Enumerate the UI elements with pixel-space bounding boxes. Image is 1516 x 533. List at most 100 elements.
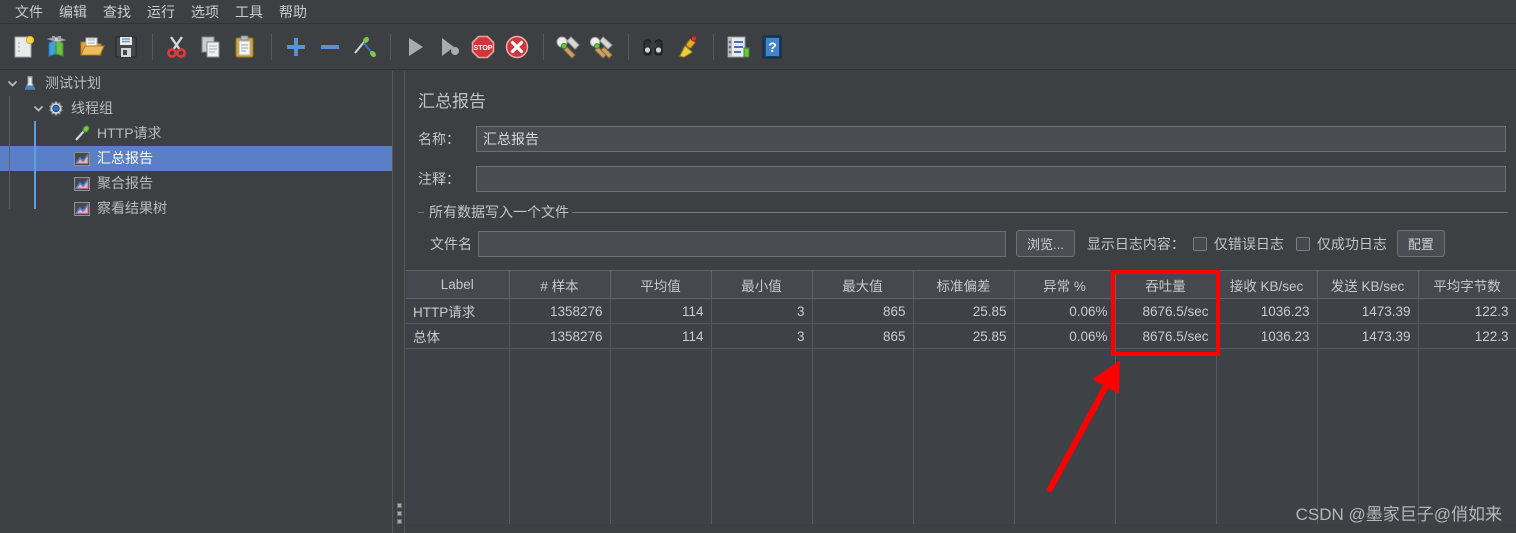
table-empty-cell bbox=[1115, 448, 1217, 474]
table-empty-cell bbox=[812, 348, 914, 374]
chevron-down-icon[interactable] bbox=[30, 96, 46, 121]
panel-splitter[interactable] bbox=[392, 71, 405, 533]
menu-edit[interactable]: 编辑 bbox=[51, 1, 95, 23]
table-column-header[interactable]: 接收 KB/sec bbox=[1216, 270, 1318, 299]
tree-node-label: 汇总报告 bbox=[97, 150, 153, 166]
start-no-pauses-icon[interactable] bbox=[433, 30, 465, 64]
function-helper-icon[interactable] bbox=[722, 30, 754, 64]
test-plan-icon bbox=[20, 74, 40, 94]
copy-icon[interactable] bbox=[195, 30, 227, 64]
stop-icon[interactable]: STOP bbox=[467, 30, 499, 64]
table-empty-cell bbox=[812, 448, 914, 474]
table-empty-cell bbox=[711, 423, 813, 449]
chevron-down-icon[interactable] bbox=[4, 71, 20, 96]
table-empty-cell bbox=[1317, 423, 1419, 449]
comment-input[interactable] bbox=[476, 166, 1506, 192]
tree-node-thread-group[interactable]: 线程组 bbox=[0, 96, 392, 121]
table-row[interactable]: HTTP请求 1358276 114 3 865 25.85 0.06% 8676.5/sec… bbox=[406, 298, 1516, 324]
menu-tools[interactable]: 工具 bbox=[227, 1, 271, 23]
table-column-header[interactable]: Label bbox=[406, 270, 510, 299]
table-empty-cell bbox=[1216, 373, 1318, 399]
menu-run[interactable]: 运行 bbox=[139, 1, 183, 23]
table-empty-cell bbox=[406, 423, 510, 449]
splitter-handle-dots[interactable] bbox=[397, 503, 402, 524]
configure-button[interactable]: 配置 bbox=[1396, 230, 1445, 257]
table-empty-cell bbox=[509, 473, 611, 499]
templates-icon[interactable] bbox=[42, 30, 74, 64]
menu-file[interactable]: 文件 bbox=[7, 1, 51, 23]
collapse-all-icon[interactable] bbox=[314, 30, 346, 64]
table-column-header[interactable]: 平均字节数 bbox=[1418, 270, 1516, 299]
table-empty-cell bbox=[1115, 373, 1217, 399]
table-empty-cell bbox=[1418, 373, 1516, 399]
menu-search[interactable]: 查找 bbox=[95, 1, 139, 23]
toolbar-separator bbox=[713, 34, 714, 60]
table-cell: HTTP请求 bbox=[406, 298, 510, 324]
table-cell: 1358276 bbox=[509, 323, 611, 349]
tree-node-test-plan[interactable]: 测试计划 bbox=[0, 71, 392, 96]
table-column-header[interactable]: 最小值 bbox=[711, 270, 813, 299]
splitter-dot bbox=[397, 511, 402, 516]
tree-guide-line bbox=[9, 96, 10, 209]
filename-input[interactable] bbox=[478, 230, 1006, 257]
start-icon[interactable] bbox=[399, 30, 431, 64]
page-title: 汇总报告 bbox=[418, 92, 486, 111]
table-empty-cell bbox=[1216, 498, 1318, 524]
table-empty-cell bbox=[1115, 498, 1217, 524]
table-column-header[interactable]: 异常 % bbox=[1014, 270, 1116, 299]
table-empty-cell bbox=[1014, 423, 1116, 449]
table-empty-cell bbox=[1317, 498, 1419, 524]
tree-node-summary-report[interactable]: 汇总报告 bbox=[0, 146, 392, 171]
success-only-checkbox[interactable] bbox=[1295, 236, 1310, 251]
table-empty-cell bbox=[1014, 398, 1116, 424]
reset-search-icon[interactable] bbox=[671, 30, 703, 64]
tree-node-label: HTTP请求 bbox=[97, 125, 162, 141]
open-folder-icon[interactable] bbox=[76, 30, 108, 64]
table-column-header[interactable]: # 样本 bbox=[509, 270, 611, 299]
search-binoculars-icon[interactable] bbox=[637, 30, 669, 64]
table-column-header[interactable]: 发送 KB/sec bbox=[1317, 270, 1419, 299]
table-empty-cell bbox=[610, 423, 712, 449]
table-empty-cell bbox=[1216, 423, 1318, 449]
test-plan-tree[interactable]: 测试计划 线程组 HTTP请求 汇总报告 聚合报告 察看结果树 bbox=[0, 71, 392, 533]
expand-all-icon[interactable] bbox=[280, 30, 312, 64]
table-column-header[interactable]: 平均值 bbox=[610, 270, 712, 299]
table-column-header[interactable]: 吞吐量 bbox=[1115, 270, 1217, 299]
menu-help[interactable]: 帮助 bbox=[271, 1, 315, 23]
new-test-plan-icon[interactable] bbox=[8, 30, 40, 64]
table-cell: 3 bbox=[711, 298, 813, 324]
shutdown-icon[interactable] bbox=[501, 30, 533, 64]
errors-only-checkbox[interactable] bbox=[1192, 236, 1207, 251]
table-empty-cell bbox=[711, 498, 813, 524]
clear-icon[interactable] bbox=[552, 30, 584, 64]
table-column-header[interactable]: 最大值 bbox=[812, 270, 914, 299]
tree-node-aggregate-report[interactable]: 聚合报告 bbox=[0, 171, 392, 196]
help-icon[interactable]: ? bbox=[756, 30, 788, 64]
toggle-icon[interactable] bbox=[348, 30, 380, 64]
tree-node-label: 聚合报告 bbox=[97, 175, 153, 191]
save-icon[interactable] bbox=[110, 30, 142, 64]
table-empty-cell bbox=[1418, 498, 1516, 524]
table-empty-cell bbox=[1216, 398, 1318, 424]
name-input[interactable] bbox=[476, 126, 1506, 152]
table-cell: 1358276 bbox=[509, 298, 611, 324]
menu-options[interactable]: 选项 bbox=[183, 1, 227, 23]
summary-report-table[interactable]: Label # 样本 平均值 最小值 最大值 标准偏差 异常 % 吞吐量 接收 KB/sec 发送… bbox=[406, 270, 1516, 524]
table-empty-cell bbox=[1216, 348, 1318, 374]
table-empty-cell bbox=[812, 398, 914, 424]
paste-icon[interactable] bbox=[229, 30, 261, 64]
summary-report-table-wrap: Label # 样本 平均值 最小值 最大值 标准偏差 异常 % 吞吐量 接收 KB/sec 发送… bbox=[406, 270, 1516, 533]
table-row[interactable]: 总体 1358276 114 3 865 25.85 0.06% 8676.5/sec 1036… bbox=[406, 323, 1516, 349]
table-cell: 8676.5/sec bbox=[1115, 323, 1217, 349]
table-header-row[interactable]: Label # 样本 平均值 最小值 最大值 标准偏差 异常 % 吞吐量 接收 KB/sec 发送… bbox=[406, 270, 1516, 299]
http-request-icon bbox=[72, 124, 92, 144]
tree-node-http-request[interactable]: HTTP请求 bbox=[0, 121, 392, 146]
cut-icon[interactable] bbox=[161, 30, 193, 64]
browse-button[interactable]: 浏览... bbox=[1016, 230, 1075, 257]
table-empty-row bbox=[406, 498, 1516, 524]
tree-node-view-results-tree[interactable]: 察看结果树 bbox=[0, 196, 392, 221]
clear-all-icon[interactable] bbox=[586, 30, 618, 64]
table-column-header[interactable]: 标准偏差 bbox=[913, 270, 1015, 299]
